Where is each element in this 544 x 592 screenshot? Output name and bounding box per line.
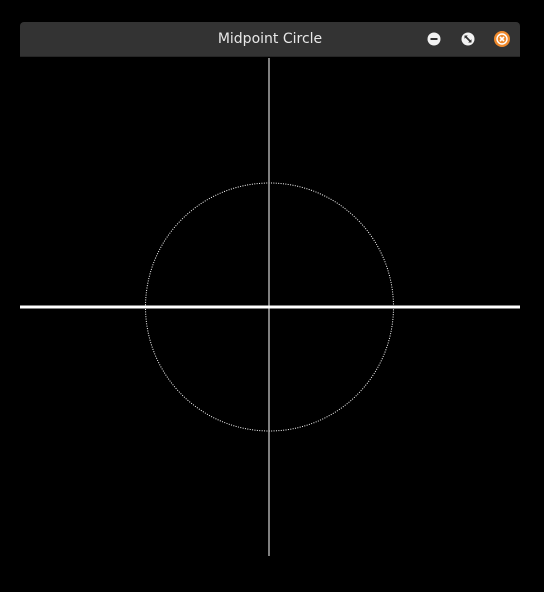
minimize-button[interactable] [426,31,442,47]
app-window: Midpoint Circle [20,22,520,556]
title-bar[interactable]: Midpoint Circle [20,22,520,57]
close-circle-icon [494,31,510,47]
maximize-button[interactable] [460,31,476,47]
window-title: Midpoint Circle [217,31,323,47]
close-button[interactable] [494,31,510,47]
minus-circle-icon [427,32,441,46]
circle-drawing [20,58,520,556]
drawing-canvas[interactable] [20,58,520,556]
diagonal-arrows-circle-icon [461,32,475,46]
